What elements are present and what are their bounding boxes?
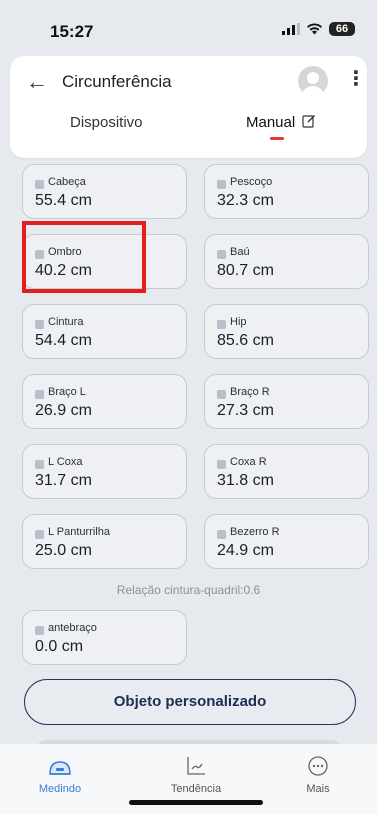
color-chip <box>217 530 226 539</box>
color-chip <box>217 250 226 259</box>
more-options-icon[interactable]: ⋮ <box>346 68 366 90</box>
measure-card-waist[interactable]: Cintura 54.4 cm <box>22 304 187 359</box>
measure-card-calf-right[interactable]: Bezerro R 24.9 cm <box>204 514 369 569</box>
measure-label: Hip <box>230 316 247 328</box>
color-chip <box>35 626 44 635</box>
wifi-icon <box>307 23 322 35</box>
measure-card-forearm[interactable]: antebraço 0.0 cm <box>22 610 187 665</box>
highlight-box <box>22 221 146 293</box>
measure-value: 54.4 cm <box>35 332 92 349</box>
measure-card-thigh-right[interactable]: Coxa R 31.8 cm <box>204 444 369 499</box>
color-chip <box>217 180 226 189</box>
measure-card-hip[interactable]: Hip 85.6 cm <box>204 304 369 359</box>
measure-card-arm-left[interactable]: Braço L 26.9 cm <box>22 374 187 429</box>
measure-value: 80.7 cm <box>217 262 274 279</box>
nav-measure-label: Medindo <box>38 783 82 795</box>
measure-label: Coxa R <box>230 456 267 468</box>
measure-label: Braço R <box>230 386 270 398</box>
nav-more-label: Mais <box>306 783 330 795</box>
trend-chart-icon <box>187 757 205 775</box>
measure-value: 31.8 cm <box>217 472 274 489</box>
tab-device[interactable]: Dispositivo <box>70 114 143 131</box>
measure-value: 24.9 cm <box>217 542 274 559</box>
color-chip <box>35 390 44 399</box>
measure-value: 85.6 cm <box>217 332 274 349</box>
battery-icon: 66 <box>329 22 355 36</box>
color-chip <box>35 320 44 329</box>
measure-label: Bezerro R <box>230 526 280 538</box>
nav-more[interactable]: Mais <box>273 754 363 795</box>
custom-object-button[interactable]: Objeto personalizado <box>24 679 356 725</box>
color-chip <box>217 390 226 399</box>
color-chip <box>217 460 226 469</box>
measure-card-arm-right[interactable]: Braço R 27.3 cm <box>204 374 369 429</box>
avatar[interactable] <box>298 66 328 96</box>
color-chip <box>217 320 226 329</box>
measure-label: L Coxa <box>48 456 83 468</box>
measure-card-head[interactable]: Cabeça 55.4 cm <box>22 164 187 219</box>
status-time: 15:27 <box>50 22 94 41</box>
tab-active-indicator <box>270 137 284 140</box>
measure-label: antebraço <box>48 622 97 634</box>
measure-label: Cintura <box>48 316 84 328</box>
more-circle-icon <box>308 756 328 776</box>
measure-value: 26.9 cm <box>35 402 92 419</box>
nav-trend-label: Tendência <box>170 783 222 795</box>
measure-card-thigh-left[interactable]: L Coxa 31.7 cm <box>22 444 187 499</box>
measure-label: Cabeça <box>48 176 86 188</box>
header-card: ← Circunferência ⋮ Dispositivo Manual <box>10 56 367 158</box>
home-indicator <box>129 800 263 805</box>
measure-value: 0.0 cm <box>35 638 84 655</box>
color-chip <box>35 530 44 539</box>
measure-label: Braço L <box>48 386 86 398</box>
measure-card-chest[interactable]: Baú 80.7 cm <box>204 234 369 289</box>
status-icons: 66 <box>282 22 355 36</box>
edit-icon <box>302 115 316 128</box>
tab-manual[interactable]: Manual <box>246 114 316 131</box>
measure-label: L Panturrilha <box>48 526 110 538</box>
measure-label: Baú <box>230 246 250 258</box>
scale-icon <box>49 761 71 775</box>
measure-card-calf-left[interactable]: L Panturrilha 25.0 cm <box>22 514 187 569</box>
tab-manual-label: Manual <box>246 114 296 131</box>
color-chip <box>35 180 44 189</box>
measure-value: 31.7 cm <box>35 472 92 489</box>
measure-value: 55.4 cm <box>35 192 92 209</box>
measure-value: 25.0 cm <box>35 542 92 559</box>
nav-trend[interactable]: Tendência <box>151 754 241 795</box>
measure-value: 32.3 cm <box>217 192 274 209</box>
user-icon <box>302 72 324 96</box>
signal-icon <box>282 23 300 35</box>
measure-value: 27.3 cm <box>217 402 274 419</box>
measure-label: Pescoço <box>230 176 273 188</box>
waist-hip-ratio: Relação cintura-quadril:0.6 <box>116 583 261 597</box>
status-bar: 15:27 66 <box>0 0 377 56</box>
nav-measure[interactable]: Medindo <box>15 754 105 795</box>
color-chip <box>35 460 44 469</box>
measure-card-neck[interactable]: Pescoço 32.3 cm <box>204 164 369 219</box>
back-arrow-icon[interactable]: ← <box>26 70 48 94</box>
page-title: Circunferência <box>62 72 172 91</box>
